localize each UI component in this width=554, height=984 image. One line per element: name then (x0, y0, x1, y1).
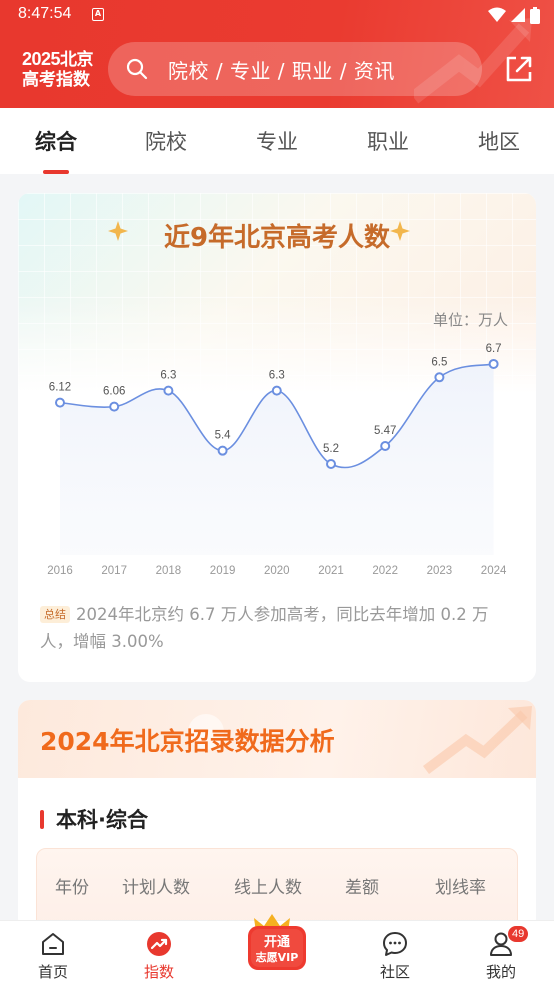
x-tick-label: 2020 (264, 565, 290, 577)
vip-line-2: 志愿VIP (256, 950, 299, 964)
logo-city: 北京 (60, 50, 94, 70)
app-logo: 2025北京 高考指数 (22, 49, 94, 90)
x-tick-label: 2018 (156, 565, 182, 577)
x-tick-label: 2024 (481, 565, 507, 577)
tab-careers[interactable]: 职业 (348, 126, 428, 156)
status-bar: 8:47:54 A (0, 0, 554, 30)
data-point (109, 401, 120, 412)
data-point (380, 440, 391, 451)
nav-item-profile[interactable]: 我的 (461, 921, 541, 984)
nav-label-home: 首页 (37, 963, 68, 981)
tab-regions[interactable]: 地区 (459, 126, 539, 156)
section-heading: 本科·综合 (40, 804, 148, 834)
summary-tag: 总结 (40, 606, 70, 623)
data-label: 6.3 (160, 370, 176, 382)
trend-icon (147, 932, 171, 956)
nav-label-index: 指数 (143, 963, 174, 981)
header-bar: 8:47:54 A 2025北京 高考指数 院校 / 专业 / 职业 / 资讯 (0, 0, 554, 108)
data-label: 6.06 (103, 386, 125, 398)
nav-label-community: 社区 (379, 963, 410, 981)
search-icon (126, 58, 148, 80)
x-tick-label: 2021 (318, 565, 344, 577)
status-time: 8:47:54 (18, 5, 72, 22)
table-header-pass-rate: 划线率 (435, 878, 486, 898)
x-tick-label: 2019 (210, 565, 236, 577)
tab-majors[interactable]: 专业 (237, 126, 317, 156)
data-label: 6.3 (269, 370, 285, 382)
data-point (271, 385, 282, 396)
category-tabs: 综合 院校 专业 职业 地区 (0, 108, 554, 174)
search-bar[interactable]: 院校 / 专业 / 职业 / 资讯 (108, 42, 482, 96)
examinees-line-chart: 6.12 2016 6.06 2017 6.3 2018 5.4 2019 6.3 2020 5.2… (47, 343, 507, 577)
x-tick-label: 2016 (47, 565, 73, 577)
summary-text: 总结 2024年北京约 6.7 万人参加高考，同比去年增加 0.2 万人，增幅 3… (40, 601, 510, 655)
nav-label-profile: 我的 (485, 963, 516, 981)
data-point (488, 358, 499, 369)
nav-item-index[interactable]: 指数 (119, 921, 199, 984)
tab-schools[interactable]: 院校 (126, 126, 206, 156)
signal-icon (511, 8, 525, 22)
logo-subtitle: 高考指数 (22, 70, 90, 90)
notification-badge: 49 (508, 926, 529, 942)
nav-item-home[interactable]: 首页 (13, 921, 93, 984)
active-tab-indicator (43, 170, 69, 174)
tab-overview[interactable]: 综合 (16, 126, 96, 156)
table-header-difference: 差额 (345, 878, 379, 898)
status-icons (488, 6, 540, 24)
x-tick-label: 2023 (427, 565, 453, 577)
home-icon (42, 933, 64, 955)
data-point (55, 397, 65, 408)
vip-line-1: 开通 (264, 934, 290, 950)
data-point (163, 385, 174, 396)
battery-icon (530, 6, 540, 24)
chat-icon (383, 932, 407, 956)
data-label: 5.2 (323, 443, 339, 455)
analysis-card: 2024年北京招录数据分析 本科·综合 年份 计划人数 线上人数 差额 划线率 (18, 700, 536, 930)
data-point (326, 459, 336, 469)
vip-upgrade-button[interactable]: 开通 志愿VIP (244, 908, 310, 974)
share-icon[interactable] (504, 54, 534, 84)
table-header-year: 年份 (55, 878, 89, 898)
search-placeholder: 院校 / 专业 / 职业 / 资讯 (168, 58, 395, 83)
notification-icon: A (92, 8, 104, 21)
data-label: 6.5 (431, 356, 447, 368)
data-label: 6.12 (49, 382, 71, 394)
data-label: 5.47 (374, 425, 396, 437)
table-header-planned: 计划人数 (122, 878, 190, 898)
data-point (434, 372, 445, 383)
data-label: 6.7 (486, 343, 502, 355)
trend-arrow-decoration (423, 706, 532, 774)
table-header-above-line: 线上人数 (234, 878, 302, 898)
examinees-card: 近9年北京高考人数 单位：万人 6.12 2016 6.06 2017 6.3 2018 5… (18, 193, 536, 682)
section-title: 本科·综合 (56, 808, 148, 832)
logo-year: 2025 (22, 49, 61, 69)
x-tick-label: 2017 (101, 565, 127, 577)
summary-body: 2024年北京约 6.7 万人参加高考，同比去年增加 0.2 万人，增幅 3.0… (40, 605, 489, 651)
analysis-title: 2024年北京招录数据分析 (40, 727, 335, 756)
x-tick-label: 2022 (372, 565, 398, 577)
data-point (217, 445, 228, 456)
wifi-icon (488, 7, 506, 22)
data-label: 5.4 (215, 430, 232, 442)
nav-item-community[interactable]: 社区 (355, 921, 435, 984)
